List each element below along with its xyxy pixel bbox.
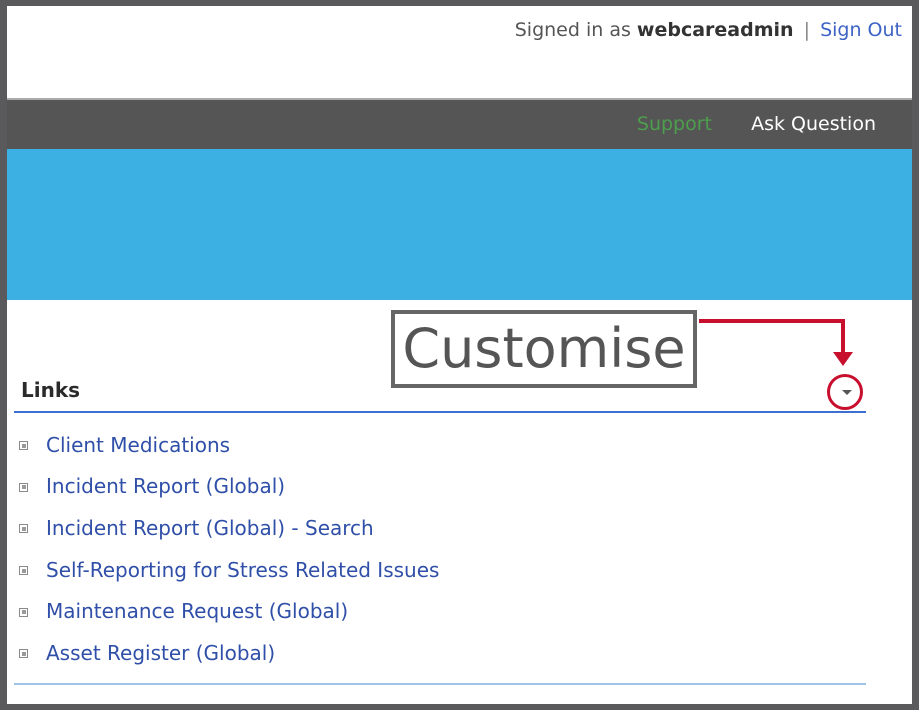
signin-separator: |: [803, 19, 811, 41]
square-bullet-icon: [19, 524, 28, 534]
list-item: Client Medications: [19, 424, 439, 466]
list-item: Incident Report (Global) - Search: [19, 507, 439, 549]
list-item: Asset Register (Global): [19, 632, 439, 674]
arrow-icon: [833, 352, 853, 366]
list-item: Self-Reporting for Stress Related Issues: [19, 549, 439, 591]
square-bullet-icon: [19, 566, 28, 576]
chevron-down-icon: [842, 390, 852, 395]
links-list: Client Medications Incident Report (Glob…: [19, 424, 439, 674]
signin-prefix: Signed in as: [514, 19, 631, 41]
link-client-medications[interactable]: Client Medications: [46, 433, 230, 457]
square-bullet-icon: [19, 649, 28, 659]
link-maintenance-request-global[interactable]: Maintenance Request (Global): [46, 599, 348, 623]
square-bullet-icon: [19, 441, 28, 451]
callout-arrow-horizontal: [699, 319, 845, 323]
list-item: Maintenance Request (Global): [19, 590, 439, 632]
bottom-section-divider: [14, 683, 866, 685]
link-asset-register-global[interactable]: Asset Register (Global): [46, 641, 275, 665]
sign-out-link[interactable]: Sign Out: [820, 19, 902, 41]
callout-arrow-vertical: [841, 319, 845, 355]
square-bullet-icon: [19, 482, 28, 492]
customise-callout-text: Customise: [402, 317, 686, 380]
link-incident-report-global-search[interactable]: Incident Report (Global) - Search: [46, 516, 374, 540]
top-nav-bar: Support Ask Question: [7, 98, 912, 149]
list-item: Incident Report (Global): [19, 466, 439, 508]
header-banner: [7, 149, 912, 300]
link-incident-report-global[interactable]: Incident Report (Global): [46, 474, 285, 498]
square-bullet-icon: [19, 607, 28, 617]
customise-dropdown-button[interactable]: [827, 374, 863, 410]
page-frame: Signed in as webcareadmin | Sign Out Sup…: [7, 6, 912, 704]
links-section-divider: [14, 411, 866, 413]
customise-callout: Customise: [391, 310, 697, 388]
signin-status: Signed in as webcareadmin | Sign Out: [515, 19, 902, 41]
signed-in-username: webcareadmin: [636, 19, 794, 41]
nav-ask-question-link[interactable]: Ask Question: [751, 113, 876, 135]
nav-support-link[interactable]: Support: [637, 113, 712, 135]
links-section-title: Links: [21, 378, 81, 402]
link-self-reporting-stress[interactable]: Self-Reporting for Stress Related Issues: [46, 558, 439, 582]
